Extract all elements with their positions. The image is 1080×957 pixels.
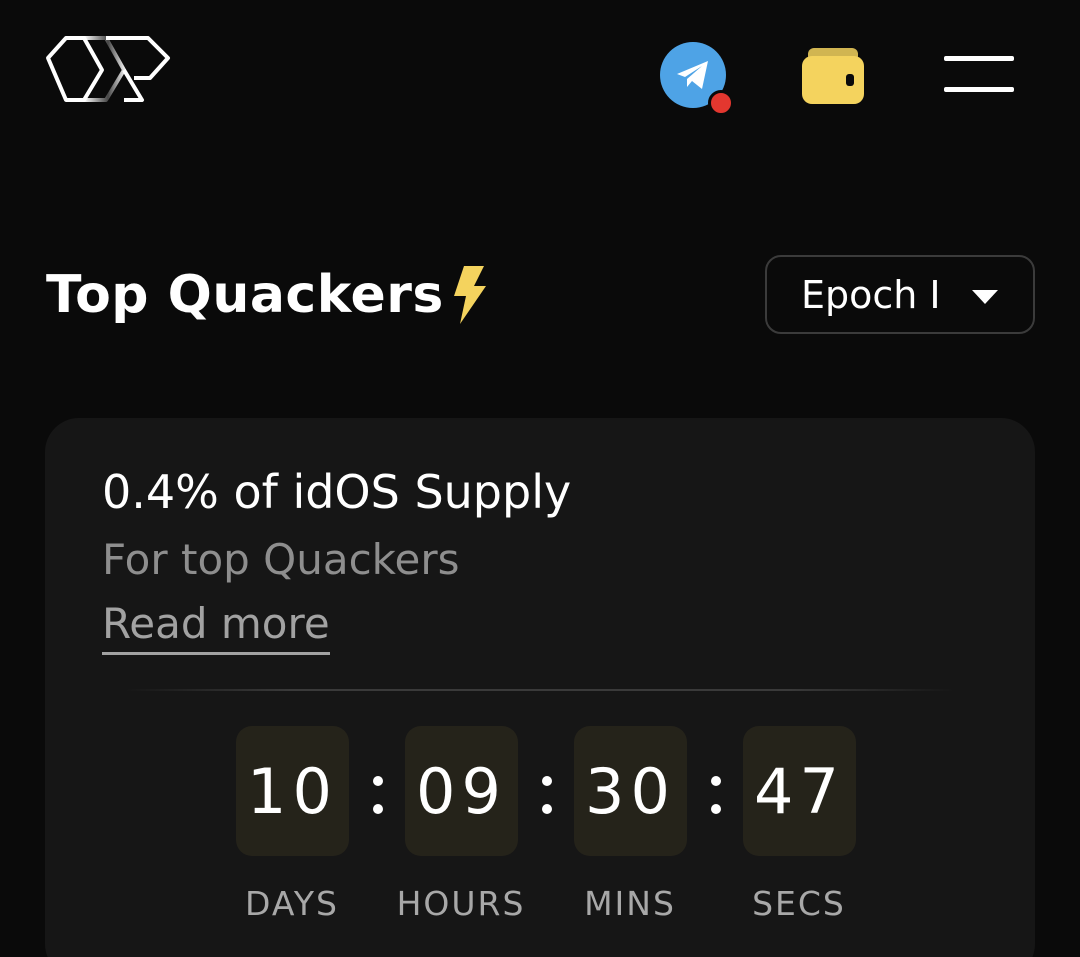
countdown-hours-label: HOURS: [396, 884, 526, 923]
reward-title: 0.4% of idOS Supply: [102, 465, 572, 519]
wallet-icon[interactable]: [800, 46, 866, 106]
countdown-separator: [539, 766, 553, 816]
card-divider: [125, 689, 955, 691]
countdown-mins-value: 30: [574, 726, 687, 856]
reward-subtitle: For top Quackers: [102, 535, 460, 584]
epoch-dropdown[interactable]: Epoch I: [765, 255, 1035, 334]
brand-logo-icon[interactable]: [44, 34, 172, 104]
countdown-secs-value: 47: [743, 726, 856, 856]
countdown-secs-label: SECS: [752, 884, 846, 923]
countdown-separator: [370, 766, 384, 816]
app-page: Top Quackers Epoch I 0.4% of idOS Supply…: [0, 0, 1080, 957]
countdown-timer: 10 09 30 47 DAYS HOURS MINS SECS: [45, 726, 1035, 926]
lightning-bolt-icon: [454, 266, 486, 324]
caret-down-icon: [972, 290, 998, 304]
countdown-days-label: DAYS: [245, 884, 339, 923]
page-title: Top Quackers: [46, 265, 444, 325]
countdown-mins-label: MINS: [584, 884, 676, 923]
countdown-separator: [708, 766, 722, 816]
countdown-days-value: 10: [236, 726, 349, 856]
reward-card: 0.4% of idOS Supply For top Quackers Rea…: [45, 418, 1035, 957]
read-more-link[interactable]: Read more: [102, 596, 330, 655]
epoch-selected-value: Epoch I: [801, 272, 941, 317]
countdown-hours-value: 09: [405, 726, 518, 856]
menu-line: [944, 56, 1014, 61]
hamburger-menu-icon[interactable]: [944, 56, 1014, 96]
notification-dot: [708, 90, 734, 116]
telegram-button[interactable]: [660, 42, 738, 118]
menu-line: [944, 87, 1014, 92]
